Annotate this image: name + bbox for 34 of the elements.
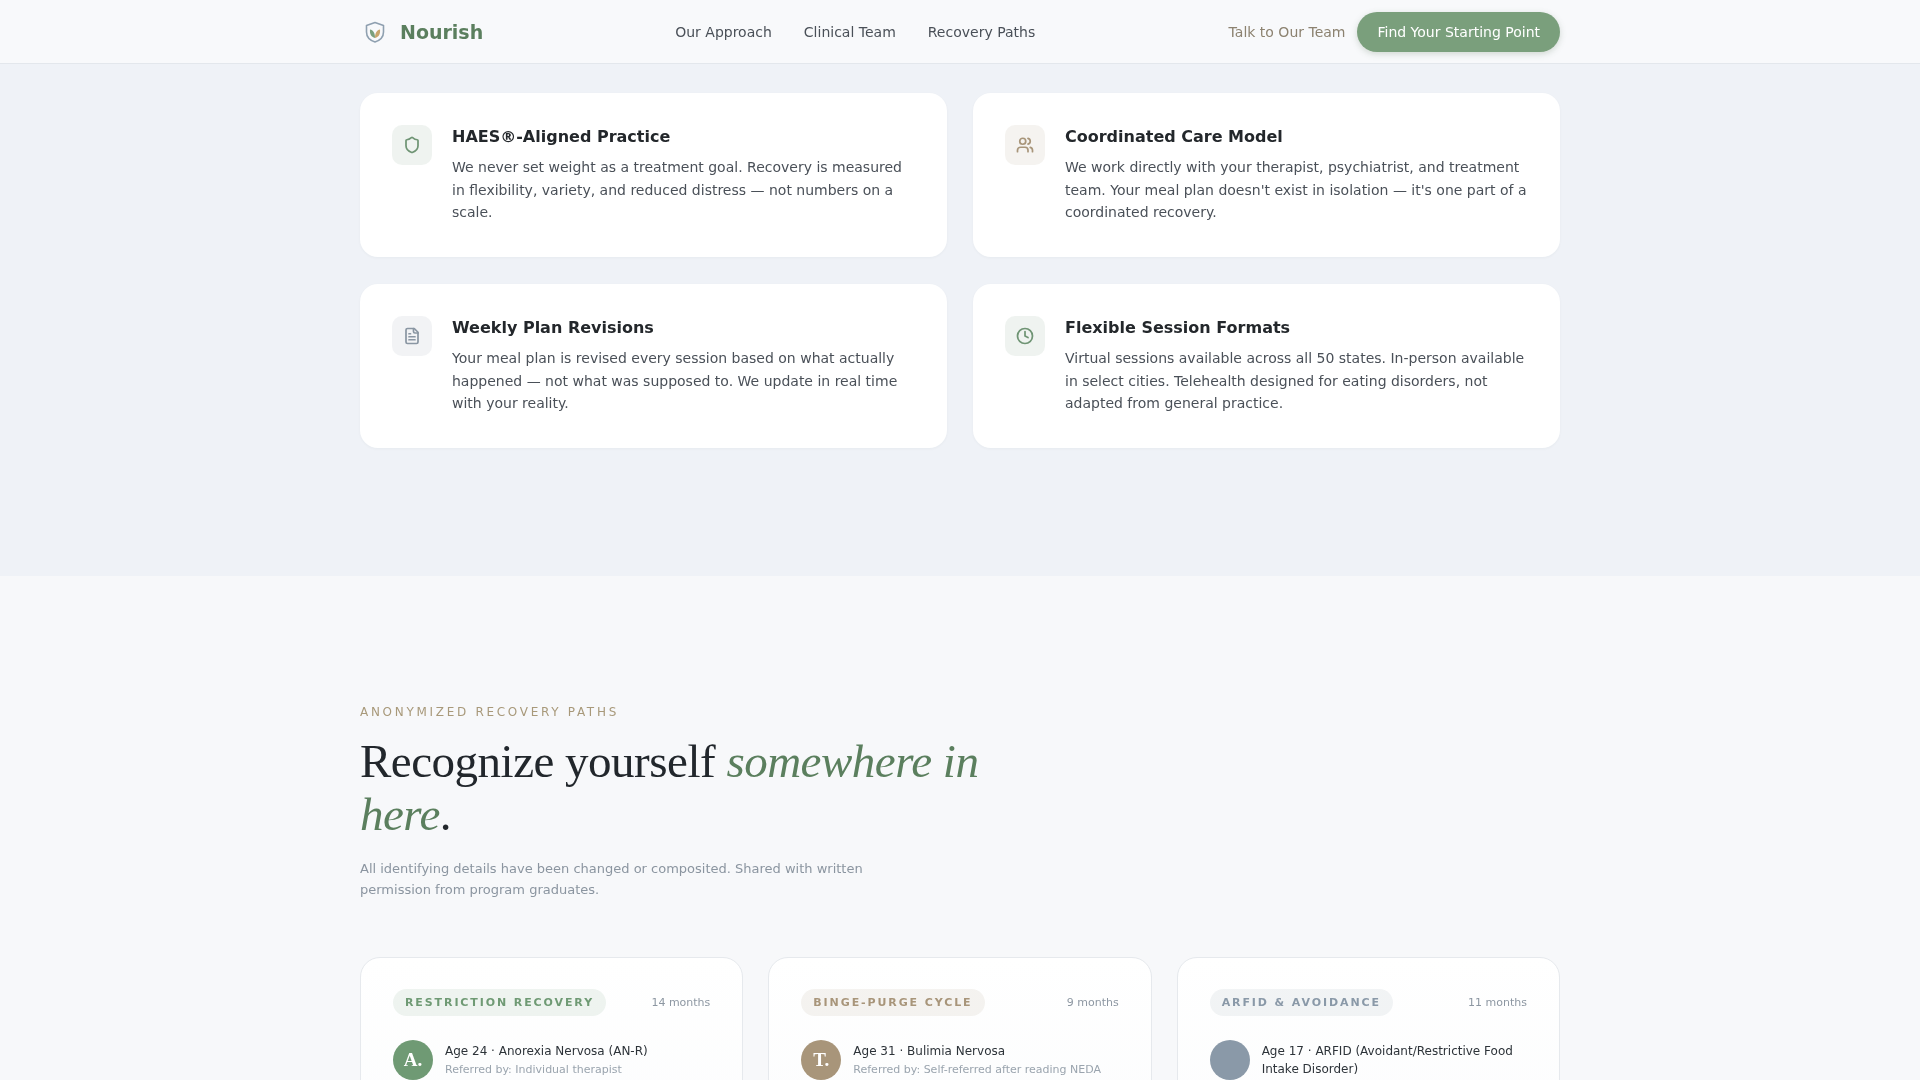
clock-icon — [1005, 316, 1045, 356]
nav-link[interactable]: Recovery Paths — [927, 23, 1036, 40]
people-icon — [1005, 125, 1045, 165]
duration-text: 11 months — [1468, 996, 1527, 1009]
feature-description: Virtual sessions available across all 50 states. In-person available in select cities. Telehealth designed for eating disorders, not adapted from general practice. — [1065, 349, 1526, 413]
brand-name[interactable]: Nourish — [400, 20, 484, 43]
category-tag: RESTRICTION RECOVERY — [393, 989, 606, 1016]
shield-icon — [392, 125, 432, 165]
nav-link[interactable]: Clinical Team — [803, 23, 896, 40]
patient-summary: Age 17 · ARFID (Avoidant/Restrictive Food Intake Disorder) — [1261, 1043, 1514, 1078]
duration-text: 14 months — [651, 996, 711, 1009]
section-subtitle: All identifying details have been changed or composited. Shared with written permission from program graduates. — [360, 860, 864, 899]
section-heading: Recognize yourself somewhere in here. — [360, 735, 980, 841]
logo-icon[interactable] — [363, 19, 387, 44]
patient-summary: Age 24 · Anorexia Nervosa (AN-R) — [445, 1042, 648, 1060]
feature-title: HAES®-Aligned Practice — [452, 126, 672, 148]
category-tag: ARFID & AVOIDANCE — [1209, 989, 1393, 1016]
section-eyebrow: ANONYMIZED RECOVERY PATHS — [360, 705, 620, 719]
feature-title: Weekly Plan Revisions — [452, 317, 655, 339]
referral-text: Referred by: Individual therapist — [445, 1061, 623, 1078]
feature-description: Your meal plan is revised every session based on what actually happened — not what was supposed to. We update in real time with your reality. — [452, 349, 899, 413]
feature-title: Flexible Session Formats — [1065, 317, 1292, 339]
avatar: A. — [393, 1040, 433, 1080]
referral-text: Referred by: Self-referred after reading NEDA — [853, 1061, 1101, 1078]
feature-description: We work directly with your therapist, psychiatrist, and treatment team. Your meal plan doesn't exist in isolation — it's one part of a coordinated recovery. — [1065, 158, 1528, 222]
duration-text: 9 months — [1066, 996, 1119, 1009]
category-tag: BINGE-PURGE CYCLE — [801, 989, 985, 1016]
patient-summary: Age 31 · Bulimia Nervosa — [853, 1042, 1007, 1060]
nav-link[interactable]: Our Approach — [675, 23, 772, 40]
avatar: T. — [801, 1040, 842, 1080]
feature-title: Coordinated Care Model — [1065, 126, 1284, 148]
feature-description: We never set weight as a treatment goal. Recovery is measured in flexibility, variety, and reduced distress — not numbers on a scale. — [452, 158, 903, 222]
talk-link[interactable]: Talk to Our Team — [1228, 23, 1346, 40]
document-icon — [392, 316, 432, 356]
